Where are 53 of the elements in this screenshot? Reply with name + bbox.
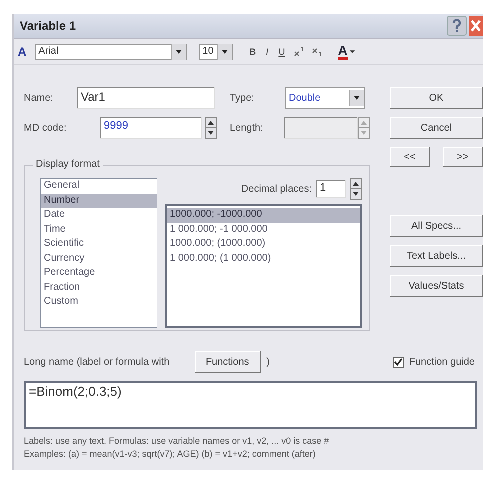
name-field[interactable]: Var1 <box>77 87 215 109</box>
checkbox[interactable] <box>393 356 404 368</box>
text-labels-button[interactable]: Text Labels... <box>390 245 483 267</box>
group-title: Display format <box>33 159 103 170</box>
all-specs-button[interactable]: All Specs... <box>390 215 483 237</box>
decimal-places-label: Decimal places: <box>241 184 312 194</box>
md-code-label: MD code: <box>24 122 68 134</box>
format-item[interactable]: 1000.000; (1000.000) <box>167 237 360 252</box>
closing-paren: ) <box>266 356 270 368</box>
type-dropdown[interactable]: Double <box>285 87 365 109</box>
format-item[interactable]: 1 000.000; -1 000.000 <box>167 222 360 237</box>
dropdown-arrow-icon <box>348 48 356 55</box>
window-title: Variable 1 <box>20 19 78 33</box>
category-item[interactable]: Currency <box>41 252 157 266</box>
ok-button[interactable]: OK <box>390 87 483 109</box>
functions-button[interactable]: Functions <box>194 351 261 373</box>
category-item[interactable]: Fraction <box>41 280 157 295</box>
cancel-button[interactable]: Cancel <box>390 117 483 139</box>
help-text: Examples: (a) = mean(v1-v3; sqrt(v7); AGE) (b) = v1+v2; comment (after) <box>24 448 317 461</box>
category-item[interactable]: Number <box>41 194 157 208</box>
format-button[interactable]: U <box>276 46 288 56</box>
values-stats-button[interactable]: Values/Stats <box>390 275 483 297</box>
format-item[interactable]: 1 000.000; (1 000.000) <box>167 252 360 266</box>
font-glyph: A <box>18 44 27 58</box>
format-button[interactable]: I <box>263 46 272 56</box>
spinner-icon[interactable] <box>350 178 362 200</box>
subscript-icon[interactable] <box>312 46 322 56</box>
decimal-places-field[interactable]: 1 <box>316 180 346 198</box>
category-item[interactable]: Percentage <box>41 266 157 280</box>
spinner-icon[interactable] <box>205 117 217 139</box>
name-label: Name: <box>24 92 54 104</box>
font-color-button[interactable]: A <box>338 44 356 60</box>
superscript-icon[interactable] <box>294 46 304 56</box>
type-label: Type: <box>230 92 256 104</box>
help-text: Labels: use any text. Formulas: use variable names or v1, v2, ... v0 is case # <box>24 435 330 448</box>
category-item[interactable]: Scientific <box>41 237 157 252</box>
font-size-dropdown[interactable]: 10 <box>198 44 233 60</box>
function-guide-label: Function guide <box>409 356 475 368</box>
md-code-field[interactable]: 9999 <box>100 117 202 139</box>
length-label: Length: <box>230 122 264 134</box>
previous-button[interactable]: << <box>390 147 430 167</box>
close-icon[interactable] <box>469 16 483 36</box>
long-name-label: Long name (label or formula with <box>24 356 170 368</box>
long-name-field[interactable]: =Binom(2;0.3;5) <box>24 381 477 429</box>
category-item[interactable]: Custom <box>41 295 157 310</box>
format-item[interactable]: 1000.000; -1000.000 <box>167 208 360 222</box>
next-button[interactable]: >> <box>443 147 483 167</box>
category-item[interactable]: Date <box>41 208 157 222</box>
category-item[interactable]: General <box>41 179 157 194</box>
help-icon[interactable] <box>447 16 467 36</box>
category-item[interactable]: Time <box>41 222 157 237</box>
font-dropdown[interactable]: Arial <box>34 44 187 60</box>
format-button[interactable]: B <box>246 46 260 56</box>
